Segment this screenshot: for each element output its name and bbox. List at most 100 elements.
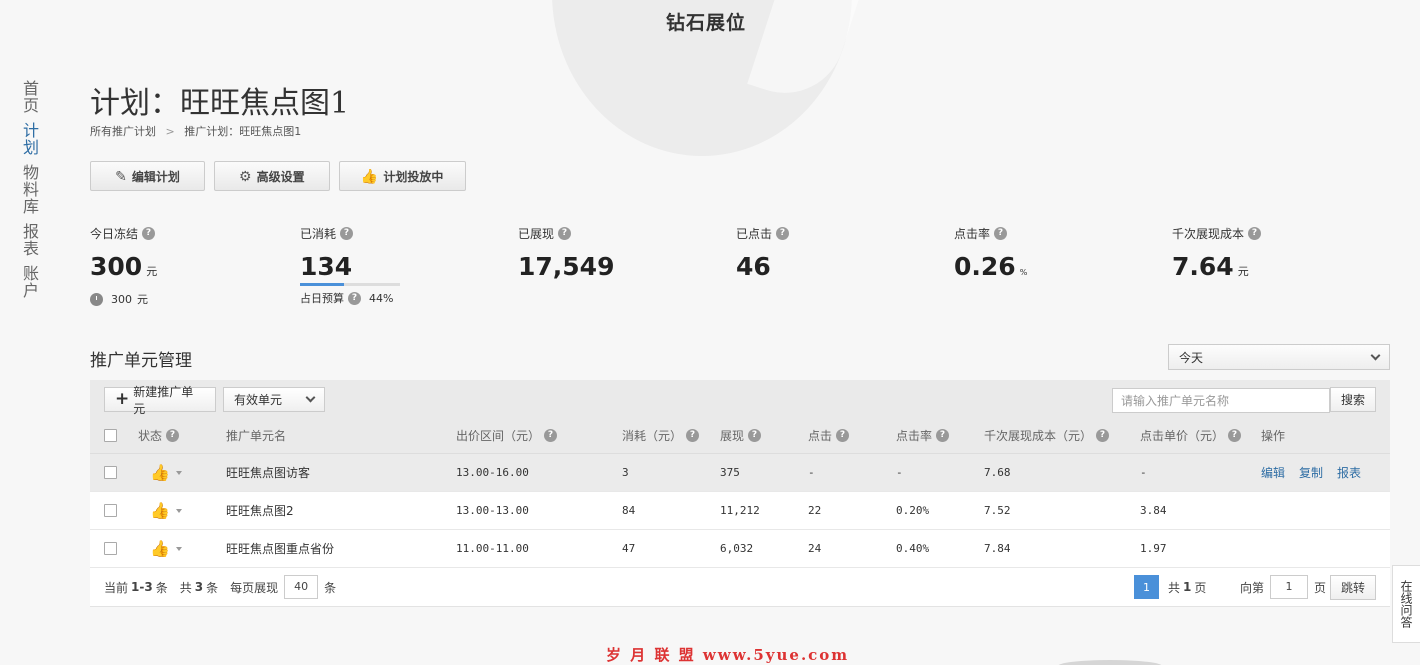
units-toolbar: + 新建推广单元 有效单元 搜索 [90,380,1390,418]
nav-item-account[interactable]: 账户 [20,265,39,299]
unit-clicks: - [808,466,815,479]
goto-label: 向第 [1240,580,1265,595]
plus-icon: + [115,389,130,409]
edit-plan-button[interactable]: ✎ 编辑计划 [90,161,205,191]
unit-cpc: 1.97 [1140,542,1167,555]
pager-current-suffix: 条 [155,580,168,595]
row-checkbox[interactable] [104,542,117,555]
nav-item-materials[interactable]: 物料库 [20,164,39,215]
stat-impressions-label: 已展现 [518,227,555,241]
table-row: 👍 旺旺焦点图访客 13.00-16.00 3 375 - - 7.68 - 编… [90,454,1390,492]
column-header-status: 状态 [138,429,163,443]
unit-name[interactable]: 旺旺焦点图2 [226,492,294,529]
column-header-cost: 消耗（元） [622,429,683,443]
stat-frozen-label: 今日冻结 [90,227,139,241]
jump-button[interactable]: 跳转 [1330,575,1376,600]
stat-frozen: 今日冻结? 300 元 300 元 [90,225,157,307]
help-icon[interactable]: ? [340,227,354,240]
online-help-button[interactable]: 在线问答 [1392,565,1420,643]
caret-down-icon[interactable] [175,508,182,513]
stat-ctr-value: 0.26 [954,252,1016,281]
advanced-settings-button[interactable]: ⚙ 高级设置 [213,161,330,191]
unit-name[interactable]: 旺旺焦点图访客 [226,454,310,491]
breadcrumb-root-link[interactable]: 所有推广计划 [90,125,156,138]
report-link[interactable]: 报表 [1337,464,1361,481]
help-icon[interactable]: ? [748,429,762,442]
stat-ctr: 点击率? 0.26% [954,225,1027,288]
column-header-bid: 出价区间（元） [456,429,541,443]
unit-cpm: 7.68 [984,466,1011,479]
help-icon[interactable]: ? [994,227,1008,240]
left-nav: 首页 计划 物料库 报表 账户 [20,80,42,307]
per-page-label: 每页展现 [230,580,279,595]
unit-impressions: 375 [720,466,740,479]
pages-total-prefix: 共 [1168,580,1181,595]
column-header-cpc: 点击单价（元） [1140,429,1225,443]
chevron-down-icon [305,392,316,403]
thumb-icon: 👍 [360,167,379,184]
date-filter-value: 今天 [1179,350,1204,365]
plan-status-label: 计划投放中 [383,169,444,184]
column-header-cpm: 千次展现成本（元） [984,429,1093,443]
help-icon[interactable]: ? [1248,227,1262,240]
unit-name[interactable]: 旺旺焦点图重点省份 [226,530,334,567]
table-row: 👍 旺旺焦点图重点省份 11.00-11.00 47 6,032 24 0.40… [90,530,1390,568]
table-header: 状态? 推广单元名 出价区间（元）? 消耗（元）? 展现? 点击? 点击率? 千… [90,418,1390,454]
new-unit-button[interactable]: + 新建推广单元 [104,385,216,416]
unit-clicks: 24 [808,542,822,555]
stat-spent-value: 134 [300,252,353,281]
select-all-checkbox[interactable] [104,429,117,442]
search-button[interactable]: 搜索 [1330,387,1376,412]
thumb-icon[interactable]: 👍 [150,539,170,558]
bottom-decoration [1058,660,1162,665]
chevron-down-icon [1370,350,1381,360]
nav-item-plans[interactable]: 计划 [20,122,39,156]
nav-item-reports[interactable]: 报表 [20,223,39,257]
per-page-input[interactable]: 40 [284,575,319,599]
stat-cpm-label: 千次展现成本 [1172,227,1245,241]
unit-search-input[interactable] [1112,388,1330,413]
stat-cpm: 千次展现成本? 7.64 元 [1172,225,1262,287]
help-icon[interactable]: ? [1096,429,1110,442]
caret-down-icon[interactable] [175,470,182,475]
brand-logo-text: 钻石展位 [666,12,747,34]
thumb-icon[interactable]: 👍 [150,501,170,520]
help-icon[interactable]: ? [142,227,156,240]
help-icon[interactable]: ? [544,429,558,442]
watermark-text: 岁 月 联 盟 www.5yue.com [606,646,850,664]
edit-link[interactable]: 编辑 [1261,464,1285,481]
stat-frozen-sub-unit: 元 [137,293,148,306]
column-header-ctr: 点击率 [896,429,933,443]
page-button-current[interactable]: 1 [1134,575,1159,599]
row-checkbox[interactable] [104,466,117,479]
help-icon[interactable]: ? [836,429,850,442]
help-icon[interactable]: ? [686,429,700,442]
help-icon[interactable]: ? [348,291,361,305]
date-filter-select[interactable]: 今天 [1168,344,1390,370]
unit-bid: 11.00-11.00 [456,542,529,555]
help-icon[interactable]: ? [936,429,950,442]
budget-percent: 44% [369,291,394,305]
thumb-icon[interactable]: 👍 [150,463,170,482]
help-icon[interactable]: ? [1228,429,1242,442]
status-filter-select[interactable]: 有效单元 [223,387,325,412]
help-icon[interactable]: ? [166,429,180,442]
help-icon[interactable]: ? [558,227,572,240]
unit-cost: 47 [622,542,636,555]
advanced-settings-label: 高级设置 [256,169,305,184]
stat-impressions-value: 17,549 [518,252,615,281]
help-icon[interactable]: ? [776,227,790,240]
nav-item-home[interactable]: 首页 [20,80,39,114]
caret-down-icon[interactable] [175,546,182,551]
copy-link[interactable]: 复制 [1299,464,1323,481]
row-checkbox[interactable] [104,504,117,517]
pager-total-suffix: 条 [206,580,219,595]
unit-clicks: 22 [808,504,822,517]
goto-page-input[interactable]: 1 [1270,575,1309,599]
pencil-icon: ✎ [115,167,127,184]
unit-bid: 13.00-13.00 [456,504,529,517]
jump-button-label: 跳转 [1340,581,1365,595]
plan-status-button[interactable]: 👍 计划投放中 [338,161,466,191]
unit-ctr: 0.40% [896,542,930,555]
pager-total-count: 3 [194,580,204,594]
